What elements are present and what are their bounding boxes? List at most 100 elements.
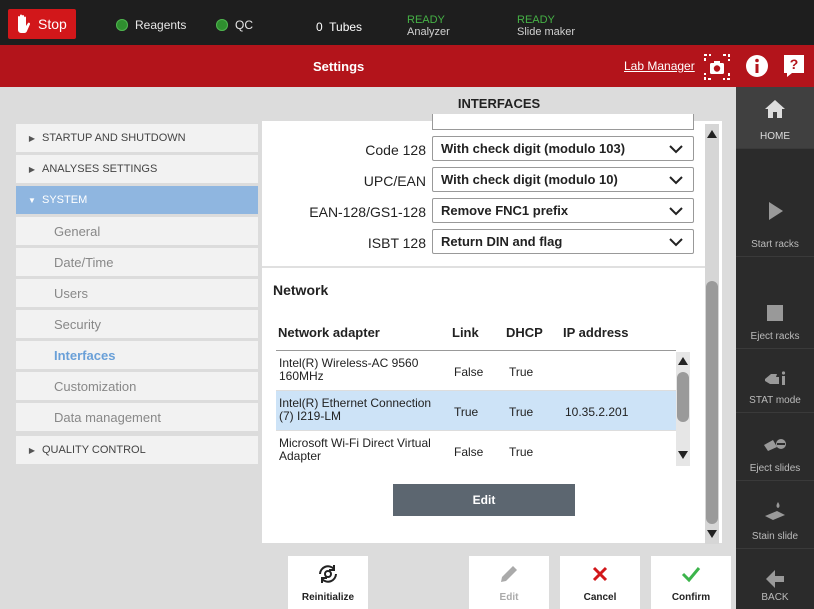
play-icon: [769, 202, 783, 220]
nav-quality-control[interactable]: ▶ QUALITY CONTROL: [16, 436, 258, 464]
table-row[interactable]: Microsoft Wi-Fi Direct Virtual Adapter F…: [276, 431, 676, 466]
nav-label: STARTUP AND SHUTDOWN: [42, 132, 186, 144]
barcode-label: ISBT 128: [367, 235, 426, 251]
tubes-counter: 0 Tubes: [316, 20, 362, 34]
chevron-down-icon: ▼: [28, 195, 36, 205]
rail-label: Start racks: [751, 239, 799, 250]
cancel-button[interactable]: Cancel: [560, 556, 640, 609]
slide-eject-icon: [764, 439, 786, 451]
home-icon: [765, 100, 785, 118]
rail-label: Eject racks: [750, 331, 800, 342]
stain-slide-button[interactable]: Stain slide: [736, 489, 814, 549]
tubes-label: Tubes: [329, 20, 363, 34]
chevron-down-icon: [669, 207, 683, 216]
chevron-down-icon: [669, 238, 683, 247]
nav-label: ANALYSES SETTINGS: [42, 163, 158, 175]
reinitialize-icon: [319, 565, 337, 583]
table-row[interactable]: Intel(R) Wireless-AC 9560 160MHz False T…: [276, 351, 676, 391]
qc-label: QC: [235, 18, 253, 32]
network-table: Intel(R) Wireless-AC 9560 160MHz False T…: [276, 350, 676, 466]
scroll-up-icon[interactable]: [677, 355, 689, 367]
nav-customization[interactable]: Customization: [16, 372, 258, 400]
table-row[interactable]: Intel(R) Ethernet Connection (7) I219-LM…: [276, 391, 676, 431]
cell-ip: 10.35.2.201: [565, 405, 629, 419]
home-button[interactable]: HOME: [736, 87, 814, 149]
qc-indicator[interactable]: QC: [216, 18, 253, 32]
upc-ean-select[interactable]: With check digit (modulo 10): [432, 167, 694, 192]
nav-data-management[interactable]: Data management: [16, 403, 258, 431]
ean128-select[interactable]: Remove FNC1 prefix: [432, 198, 694, 223]
scroll-down-icon[interactable]: [677, 449, 689, 461]
cell-link: False: [454, 365, 484, 379]
nav-analyses-settings[interactable]: ▶ ANALYSES SETTINGS: [16, 155, 258, 183]
settings-header: Settings Lab Manager ?: [0, 45, 814, 87]
start-racks-button[interactable]: Start racks: [736, 189, 814, 257]
rail-label: Eject slides: [749, 463, 801, 474]
table-scroll-thumb[interactable]: [677, 372, 689, 422]
back-button[interactable]: BACK: [736, 557, 814, 609]
eject-racks-button[interactable]: Eject racks: [736, 291, 814, 349]
barcode-row-upc-ean: UPC/EAN With check digit (modulo 10): [262, 167, 702, 193]
col-header-dhcp: DHCP: [506, 325, 543, 340]
code128-select[interactable]: With check digit (modulo 103): [432, 136, 694, 161]
arrow-left-icon: [766, 570, 784, 588]
edit-button[interactable]: Edit: [469, 556, 549, 609]
lab-manager-link[interactable]: Lab Manager: [624, 59, 695, 73]
right-action-rail: HOME Start racks Eject racks STAT mode E…: [736, 87, 814, 609]
button-label: Confirm: [671, 592, 711, 603]
button-label: Cancel: [583, 592, 617, 603]
rail-label: STAT mode: [749, 395, 801, 406]
network-edit-button[interactable]: Edit: [393, 484, 575, 516]
barcode-select-partial[interactable]: [432, 114, 694, 130]
nav-interfaces[interactable]: Interfaces: [16, 341, 258, 369]
nav-general[interactable]: General: [16, 217, 258, 245]
cell-dhcp: True: [509, 445, 534, 459]
nav-system[interactable]: ▼ SYSTEM: [16, 186, 258, 214]
stop-square-icon: [767, 305, 783, 321]
cell-adapter: Intel(R) Wireless-AC 9560 160MHz: [279, 356, 419, 383]
stain-drop-icon: [765, 502, 785, 520]
barcode-row-ean128: EAN-128/GS1-128 Remove FNC1 prefix: [262, 198, 702, 224]
reagents-indicator[interactable]: Reagents: [116, 18, 186, 32]
chevron-right-icon: ▶: [28, 133, 36, 143]
reagents-label: Reagents: [135, 18, 187, 32]
barcode-label: EAN-128/GS1-128: [309, 204, 426, 220]
qc-status-dot: [216, 19, 228, 31]
svg-text:?: ?: [790, 56, 799, 72]
col-header-ip: IP address: [563, 325, 629, 340]
chevron-down-icon: [669, 176, 683, 185]
hand-pointer-icon: [765, 371, 786, 385]
isbt128-select[interactable]: Return DIN and flag: [432, 229, 694, 254]
cell-dhcp: True: [509, 365, 534, 379]
tubes-count: 0: [316, 20, 323, 34]
info-icon[interactable]: [745, 54, 769, 78]
nav-date-time[interactable]: Date/Time: [16, 248, 258, 276]
analyzer-status: READY Analyzer: [407, 14, 450, 38]
confirm-button[interactable]: Confirm: [651, 556, 731, 609]
nav-users[interactable]: Users: [16, 279, 258, 307]
select-value: Return DIN and flag: [441, 234, 563, 249]
eject-slides-button[interactable]: Eject slides: [736, 421, 814, 481]
main-scroll-thumb[interactable]: [706, 281, 718, 524]
scroll-up-icon[interactable]: [706, 128, 718, 140]
barcode-row-isbt128: ISBT 128 Return DIN and flag: [262, 229, 702, 255]
slide-maker-ready: READY: [517, 14, 555, 26]
reagents-status-dot: [116, 19, 128, 31]
stop-button[interactable]: Stop: [8, 9, 76, 39]
stat-mode-button[interactable]: STAT mode: [736, 357, 814, 413]
select-value: With check digit (modulo 10): [441, 172, 618, 187]
rail-label: BACK: [761, 592, 789, 603]
rail-label: Stain slide: [751, 531, 799, 542]
cell-link: True: [454, 405, 479, 419]
nav-startup-and-shutdown[interactable]: ▶ STARTUP AND SHUTDOWN: [16, 124, 258, 152]
checkmark-icon: [681, 567, 701, 583]
scroll-down-icon[interactable]: [706, 528, 718, 540]
nav-security[interactable]: Security: [16, 310, 258, 338]
camera-icon[interactable]: [703, 53, 731, 81]
reinitialize-button[interactable]: Reinitialize: [288, 556, 368, 609]
rail-label: HOME: [760, 131, 790, 142]
slide-maker-label: Slide maker: [517, 26, 576, 38]
nav-label: QUALITY CONTROL: [42, 444, 146, 456]
network-title: Network: [273, 282, 329, 298]
help-icon[interactable]: ?: [783, 54, 805, 78]
